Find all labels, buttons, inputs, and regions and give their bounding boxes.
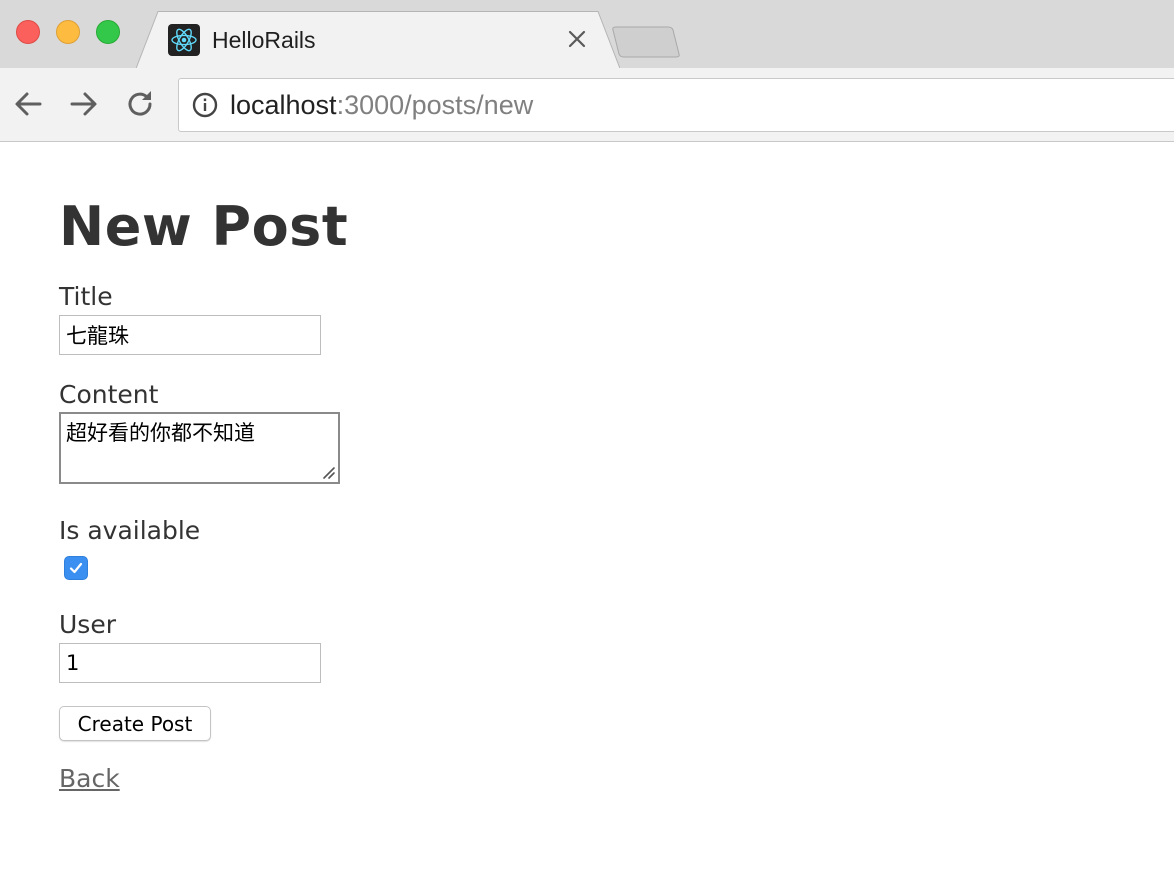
new-tab-button[interactable] <box>612 26 682 58</box>
user-input[interactable] <box>59 643 321 683</box>
react-atom-icon <box>168 24 200 56</box>
tab-title: HelloRails <box>212 27 316 53</box>
content-textarea[interactable]: 超好看的你都不知道 <box>59 412 340 484</box>
tab-hellorails[interactable] <box>136 11 620 69</box>
url-text[interactable]: localhost:3000/posts/new <box>230 88 533 122</box>
url-path: :3000/posts/new <box>336 90 534 120</box>
checkmark-icon <box>69 562 83 574</box>
create-post-button[interactable]: Create Post <box>59 706 211 741</box>
content-label: Content <box>59 380 159 409</box>
is-available-label: Is available <box>59 516 201 545</box>
title-input[interactable] <box>59 315 321 355</box>
resize-grip-icon[interactable] <box>320 464 336 480</box>
user-label: User <box>59 610 116 639</box>
zoom-window-button[interactable] <box>96 20 120 44</box>
info-icon[interactable] <box>192 92 218 118</box>
arrow-right-icon[interactable] <box>68 88 100 120</box>
url-host: localhost <box>230 90 337 120</box>
title-label: Title <box>59 282 113 311</box>
arrow-left-icon[interactable] <box>12 88 44 120</box>
minimize-window-button[interactable] <box>56 20 80 44</box>
reload-icon[interactable] <box>124 88 156 120</box>
close-window-button[interactable] <box>16 20 40 44</box>
close-icon[interactable] <box>566 28 588 50</box>
is-available-checkbox[interactable] <box>64 556 88 580</box>
page-title: New Post <box>59 195 349 258</box>
back-link[interactable]: Back <box>59 764 120 794</box>
